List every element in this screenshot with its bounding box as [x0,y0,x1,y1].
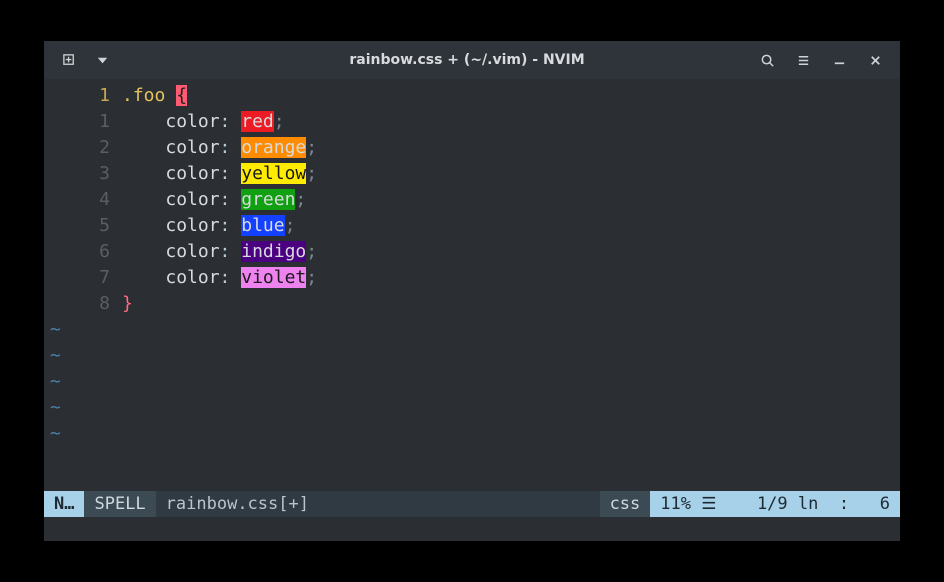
tilde-row: ~ [50,395,61,421]
empty-line-markers: ~~~~~ [50,317,61,447]
close-button[interactable] [858,45,892,75]
code-line: color: green; [122,187,900,213]
css-semicolon: ; [306,163,317,184]
line-number: 4 [44,187,110,213]
status-mode: N… [44,491,84,517]
code-line: color: red; [122,109,900,135]
status-position: 1/9 ln : 6 [726,491,900,517]
command-line-area[interactable] [44,517,900,541]
css-color-value: green [241,189,295,210]
search-button[interactable] [750,45,784,75]
line-number: 3 [44,161,110,187]
code-line: } [122,291,900,317]
line-number: 6 [44,239,110,265]
menu-button[interactable] [786,45,820,75]
css-semicolon: ; [295,189,306,210]
code-line: color: yellow; [122,161,900,187]
css-semicolon: ; [306,241,317,262]
tab-dropdown-button[interactable] [92,45,112,75]
line-number: 2 [44,135,110,161]
css-property: color [165,267,219,288]
line-number: 1 [44,109,110,135]
css-colon: : [220,189,231,210]
css-property: color [165,137,219,158]
titlebar-left [52,45,202,75]
css-colon: : [220,267,231,288]
css-property: color [165,111,219,132]
css-color-value: blue [241,215,284,236]
css-property: color [165,215,219,236]
css-color-value: orange [241,137,306,158]
tilde-row: ~ [50,369,61,395]
status-spacer [319,491,600,517]
status-bar: N… SPELL rainbow.css[+] css 11% ☰ 1/9 ln… [44,491,900,517]
css-property: color [165,241,219,262]
code-content[interactable]: .foo { color: red; color: orange; color:… [122,83,900,491]
code-line: color: indigo; [122,239,900,265]
tilde-row: ~ [50,343,61,369]
minimize-button[interactable] [822,45,856,75]
code-line: color: orange; [122,135,900,161]
line-number: 5 [44,213,110,239]
css-semicolon: ; [306,137,317,158]
tilde-row: ~ [50,317,61,343]
css-color-value: violet [241,267,306,288]
titlebar: rainbow.css + (~/.vim) - NVIM [44,41,900,79]
line-number: 8 [44,291,110,317]
status-percent: 11% ☰ [650,491,726,517]
code-line: color: violet; [122,265,900,291]
css-colon: : [220,137,231,158]
code-line: .foo { [122,83,900,109]
status-filetype: css [600,491,651,517]
new-tab-button[interactable] [52,45,86,75]
css-selector: .foo [122,85,165,106]
css-colon: : [220,163,231,184]
editor-area[interactable]: 112345678 .foo { color: red; color: oran… [44,79,900,491]
css-color-value: red [241,111,274,132]
css-semicolon: ; [306,267,317,288]
css-colon: : [220,241,231,262]
window-title: rainbow.css + (~/.vim) - NVIM [202,52,732,68]
css-semicolon: ; [285,215,296,236]
titlebar-right [732,45,892,75]
css-colon: : [220,111,231,132]
css-color-value: indigo [241,241,306,262]
editor-window: rainbow.css + (~/.vim) - NVIM [44,41,900,541]
status-filename: rainbow.css[+] [156,491,319,517]
css-color-value: yellow [241,163,306,184]
open-brace-cursor: { [176,85,187,106]
code-line: color: blue; [122,213,900,239]
close-brace: } [122,293,133,314]
css-property: color [165,163,219,184]
line-number: 7 [44,265,110,291]
status-spell: SPELL [84,491,155,517]
line-number: 1 [44,83,110,109]
css-semicolon: ; [274,111,285,132]
tilde-row: ~ [50,421,61,447]
css-property: color [165,189,219,210]
css-colon: : [220,215,231,236]
